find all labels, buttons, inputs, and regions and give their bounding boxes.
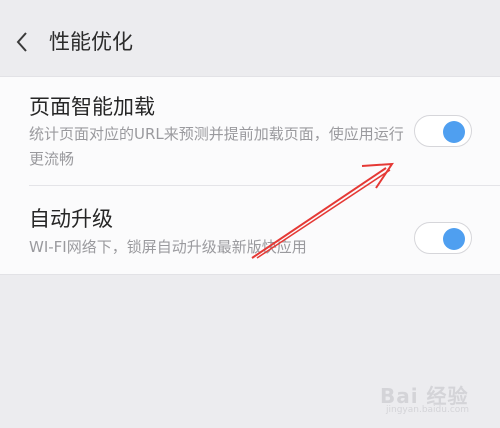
watermark-url: jingyan.baidu.com [386,405,470,415]
annotation-arrow-icon [251,162,394,259]
watermark: Bai 经验 jingyan.baidu.com [380,372,498,422]
